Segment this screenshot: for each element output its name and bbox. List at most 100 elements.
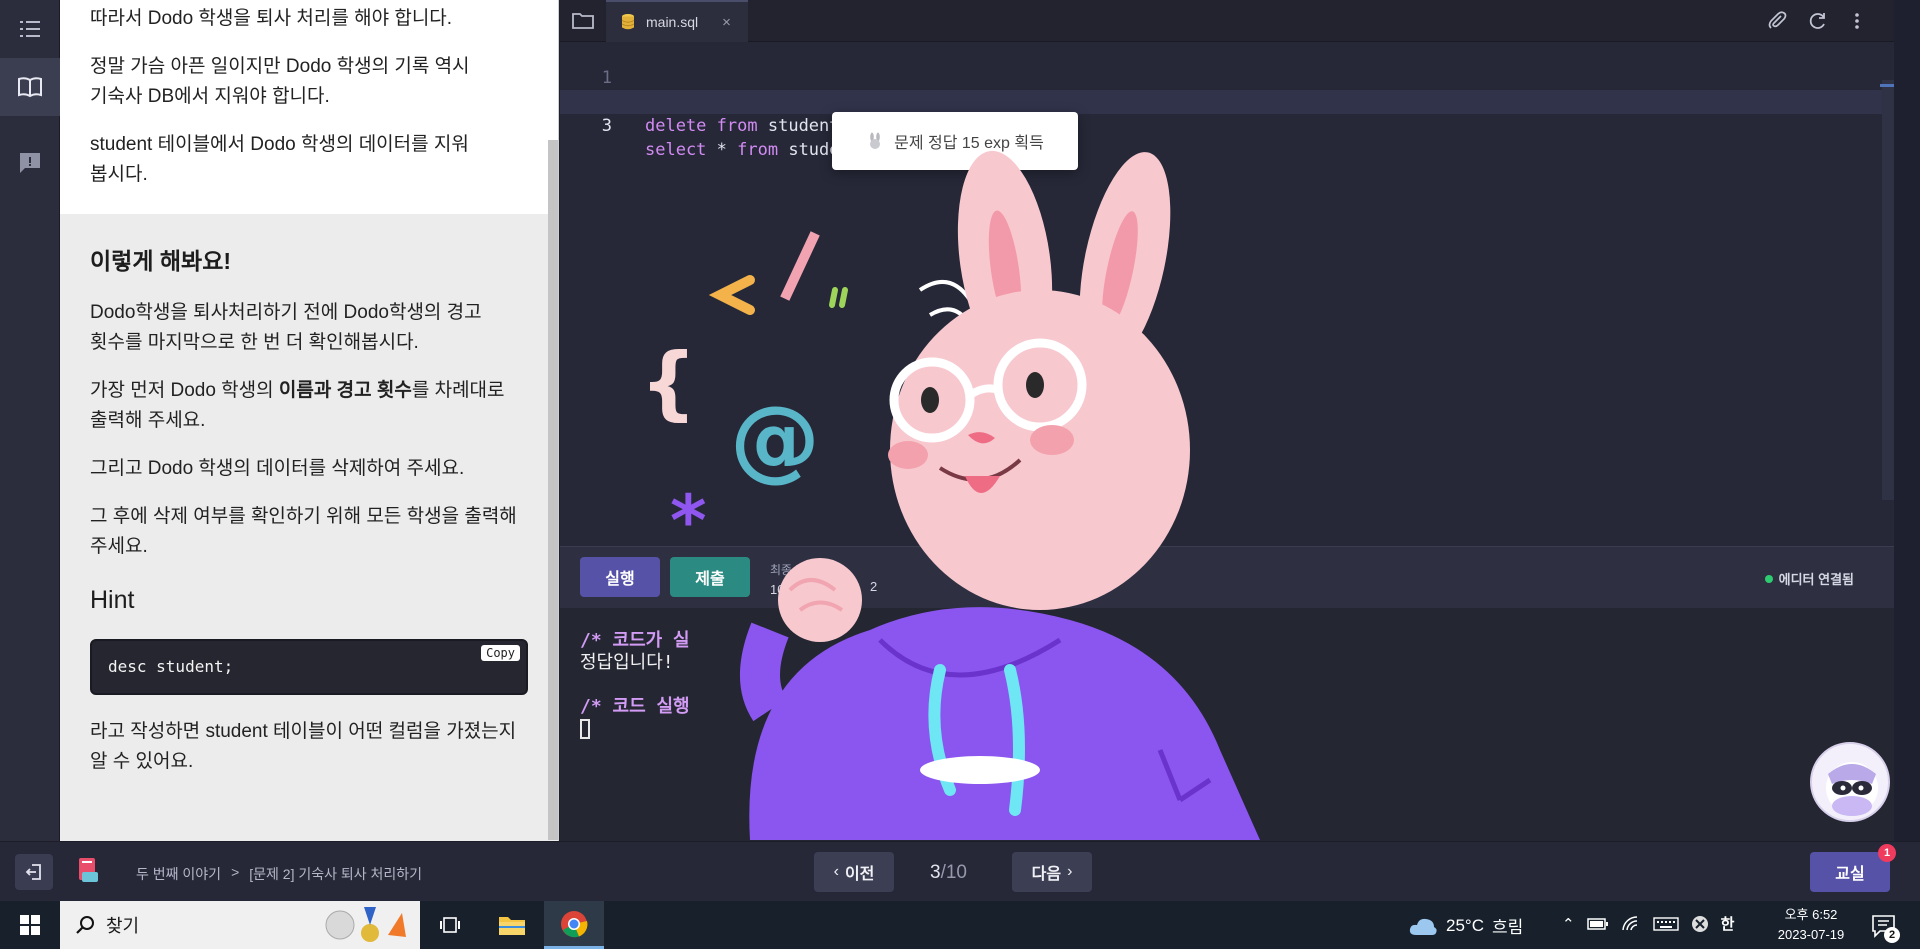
lesson-intro: 따라서 Dodo 학생을 퇴사 처리를 해야 합니다. 정말 가슴 아픈 일이지… — [60, 0, 558, 214]
notification-badge: 1 — [1878, 844, 1896, 862]
console-text: 다... * — [879, 630, 951, 651]
connection-status: 에디터 연결됨 — [1764, 569, 1854, 588]
breadcrumb: 두 번째 이야기 > [문제 2] 기숙사 퇴사 처리하기 — [136, 864, 422, 884]
notification-count-badge: 2 — [1884, 927, 1900, 943]
prev-label: 이전 — [844, 866, 875, 883]
breadcrumb-separator: > — [231, 864, 240, 880]
code-editor: main.sql × 1 select name, caution from s… — [560, 0, 1894, 546]
toast-text: 문제 정답 15 exp 획득 — [894, 135, 1044, 152]
search-highlight-icon — [325, 907, 406, 942]
editor-scrollbar[interactable] — [1882, 80, 1894, 500]
console-text: /* 코드가 실 — [580, 630, 690, 651]
lesson-paragraph: 따라서 Dodo 학생을 퇴사 처리를 해야 합니다. — [90, 8, 453, 29]
start-button[interactable] — [0, 901, 60, 949]
feedback-button[interactable] — [0, 134, 60, 192]
bottom-navigation: 두 번째 이야기 > [문제 2] 기숙사 퇴사 처리하기 ‹ 이전 3/10 … — [0, 841, 1920, 901]
chevron-left-icon: ‹ — [833, 863, 839, 880]
task-paragraph: Dodo학생을 퇴사처리하기 전에 Dodo학생의 경고 횟수를 마지막으로 한… — [90, 302, 482, 353]
file-explorer-button[interactable] — [482, 901, 542, 949]
page-indicator: 3/10 — [930, 862, 967, 884]
hint-title: Hint — [90, 586, 135, 614]
console-line: /* 코드가 실 다... * — [580, 630, 1874, 652]
console-prompt[interactable] — [580, 718, 1874, 740]
ime-indicator[interactable]: 한 — [1721, 913, 1735, 934]
code-area[interactable]: 1 select name, caution from student wher… — [560, 42, 1894, 160]
hint-code-block: desc student; Copy — [90, 639, 528, 695]
tab-close-button[interactable]: × — [722, 14, 731, 31]
battery-icon[interactable] — [1586, 917, 1609, 931]
feedback-icon — [20, 153, 40, 173]
chevron-right-icon: › — [1067, 863, 1073, 880]
app-root: 따라서 Dodo 학생을 퇴사 처리를 해야 합니다. 정말 가슴 아픈 일이지… — [0, 0, 1920, 949]
toc-button[interactable] — [0, 0, 60, 58]
code-line-current[interactable]: 3 select * from student; — [560, 90, 1894, 160]
lesson-panel: 따라서 Dodo 학생을 퇴사 처리를 해야 합니다. 정말 가슴 아픈 일이지… — [60, 0, 559, 841]
mute-icon[interactable] — [1691, 915, 1709, 933]
hint-code: desc student; — [108, 657, 234, 676]
exp-toast: 문제 정답 15 exp 획득 — [832, 112, 1078, 170]
score-value: 100 점 — [770, 582, 808, 597]
paperclip-icon[interactable] — [1766, 10, 1788, 32]
task-section: 이렇게 해봐요! Dodo학생을 퇴사처리하기 전에 Dodo학생의 경고 횟수… — [60, 214, 558, 777]
more-vertical-icon[interactable] — [1846, 10, 1868, 32]
page-current: 3 — [930, 862, 941, 883]
lesson-paragraph: 정말 가슴 아픈 일이지만 Dodo 학생의 기록 역시 기숙사 DB에서 지워… — [90, 56, 470, 107]
submit-button[interactable]: 제출 — [670, 557, 750, 597]
code-line[interactable]: 1 select name, caution from student wher… — [560, 42, 1894, 112]
secondary-stat-value: 2 — [870, 579, 878, 594]
course-book-icon — [79, 858, 98, 882]
task-paragraph: 가장 먼저 Dodo 학생의 이름과 경고 횟수를 차례대로 출력해 주세요. — [90, 376, 510, 436]
folder-icon[interactable] — [570, 9, 596, 33]
scrollbar-marker — [1880, 84, 1894, 87]
copy-button[interactable]: Copy — [481, 645, 520, 661]
search-icon — [76, 916, 94, 934]
rabbit-icon — [870, 132, 881, 149]
list-icon — [20, 21, 40, 37]
next-button[interactable]: 다음 › — [1012, 852, 1092, 892]
tray-chevron-up-icon[interactable]: ⌃ — [1562, 915, 1575, 933]
keyboard-icon[interactable] — [1652, 916, 1679, 932]
chrome-button[interactable] — [544, 901, 604, 949]
folder-icon — [499, 917, 525, 935]
database-icon — [621, 14, 635, 30]
breadcrumb-lesson: [문제 2] 기숙사 퇴사 처리하기 — [249, 866, 423, 882]
task-title: 이렇게 해봐요! — [90, 248, 232, 274]
weather-widget[interactable]: 25°C 흐림 — [1408, 913, 1523, 938]
system-tray: ⌃ 한 — [1562, 913, 1734, 934]
breadcrumb-chapter[interactable]: 두 번째 이야기 — [136, 864, 221, 884]
code-line[interactable]: 2 delete from student where name='Dodo'; — [560, 66, 1894, 136]
clock-date: 2023-07-19 — [1777, 927, 1845, 942]
editor-tabbar: main.sql × — [560, 0, 1894, 42]
clock[interactable]: 오후 6:52 2023-07-19 — [1770, 905, 1852, 945]
lesson-button[interactable] — [0, 58, 60, 116]
refresh-icon[interactable] — [1806, 10, 1828, 32]
cursor-icon — [580, 719, 590, 739]
action-bar: 실행 제출 최종 제출 점수 100 점 2 에디터 연결됨 — [560, 546, 1894, 608]
lesson-paragraph: student 테이블에서 Dodo 학생의 데이터를 지워봅시다. — [90, 134, 469, 185]
exit-icon — [25, 864, 41, 880]
taskbar-search[interactable]: 찾기 — [60, 901, 420, 949]
wifi-icon[interactable] — [1621, 915, 1641, 932]
run-button[interactable]: 실행 — [580, 557, 660, 597]
classroom-button[interactable]: 교실 — [1810, 852, 1890, 892]
line-number: 3 — [601, 116, 612, 136]
task-paragraph: 그 후에 삭제 여부를 확인하기 위해 모든 학생을 출력해 주세요. — [90, 506, 517, 557]
assistant-bot-button[interactable] — [1810, 742, 1890, 822]
lesson-scrollbar[interactable] — [548, 140, 558, 840]
exit-button[interactable] — [15, 854, 53, 890]
weather-temp: 25°C — [1446, 915, 1484, 935]
search-placeholder: 찾기 — [106, 916, 140, 936]
cloud-icon — [1409, 918, 1437, 935]
windows-logo-icon — [20, 915, 40, 935]
console-output[interactable]: /* 코드가 실 다... * 정답입니다! /* 코드 실행 — [560, 608, 1894, 841]
chrome-icon — [561, 910, 588, 937]
prev-button[interactable]: ‹ 이전 — [814, 852, 894, 892]
hint-paragraph: 라고 작성하면 student 테이블이 어떤 컬럼을 가졌는지 알 수 있어요… — [90, 721, 517, 772]
console-line: 정답입니다! — [580, 652, 674, 673]
next-label: 다음 — [1031, 866, 1062, 883]
task-view-button[interactable] — [420, 901, 480, 949]
os-taskbar: 찾기 25°C 흐림 ⌃ 한 오후 6:52 2023-07-19 2 — [0, 901, 1920, 949]
score-label: 최종 제출 점수 — [770, 563, 843, 577]
tab-main-sql[interactable]: main.sql × — [606, 0, 748, 42]
